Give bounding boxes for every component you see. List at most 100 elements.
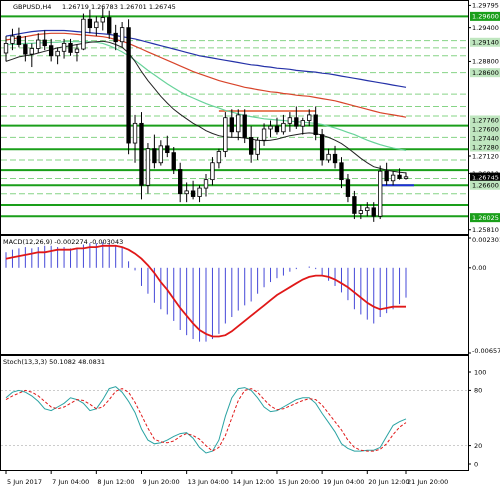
ohlc-header: 1.26719 1.26783 1.26701 1.26745 [62,3,176,11]
time-tick-label: 14 Jun 12:00 [233,478,274,486]
candle-body [223,117,228,152]
candle-body [3,43,9,54]
candle-body [210,162,215,181]
candle-body [332,153,338,164]
candle-body [281,122,286,133]
candle-body [274,125,280,133]
candle-body [352,196,357,214]
candle-body [268,125,273,130]
candle-body [61,43,67,52]
candle-body [87,18,93,29]
candle-body [165,145,170,154]
candle-body [397,174,402,179]
candle-body [294,117,299,127]
candle-body [126,27,131,144]
candle-body [300,120,305,127]
candle-body [48,45,54,57]
candle-body [42,39,47,47]
time-tick-label: 19 Jun 04:00 [323,478,364,486]
candle-body [100,17,105,23]
candle-body [365,207,370,212]
candle-body [313,114,318,136]
price-tag-label: 1.27440 [472,134,499,142]
chart-canvas: 0.002301 0.00 -0.006577 100 80 20 0 1.29600 1.… [0,0,500,486]
candle-body [68,43,73,53]
price-tag-label: 1.29600 [472,13,499,21]
price-tag-label: 1.27280 [472,143,499,151]
candle-body [16,35,22,45]
stoch-tick-label: 20 [474,442,482,450]
candle-body [184,190,189,195]
candle-body [345,179,351,197]
candle-body [261,128,267,141]
candle-body [23,44,28,55]
time-axis: 5 Jun 2017 7 Jun 04:00 8 Jun 12:00 9 Jun 20… [5,470,448,486]
candle-body [81,18,86,50]
stoch-tick-label: 0 [474,460,478,468]
candle-body [190,190,196,197]
price-tag-label: 1.26025 [472,214,499,222]
candle-body [319,134,325,161]
candle-body [242,114,247,138]
candle-body [358,210,364,214]
candle-body [307,114,312,121]
candle-body [107,17,112,34]
macd-tick-label: 0.002301 [472,236,500,244]
time-tick-label: 20 Jun 12:00 [368,478,409,486]
candle-body [248,137,254,155]
candle-body [339,162,344,181]
candle-body [29,48,34,55]
candle-body [403,176,409,179]
candle-body [203,179,209,189]
candle-body [36,39,41,49]
candle-body [384,170,389,182]
stoch-tick-label: 80 [474,387,482,395]
candle-body [119,27,125,43]
candle-body [216,151,222,164]
chart-root: 0.002301 0.00 -0.006577 100 80 20 0 1.29600 1.… [0,0,500,490]
candle-body [74,48,80,53]
price-tick-label: 1.27120 [472,152,499,160]
macd-title: MACD(12,26,9) -0.002274 -0.003043 [3,238,123,246]
stoch-title: Stoch(13,3,3) 50.1082 48.0831 [3,358,105,366]
candle-body [113,32,118,43]
candle-body [55,50,60,57]
price-tag-label: 1.26600 [472,182,499,190]
price-axis: 1.29600 1.29140 1.28600 1.277601.276001.274… [468,2,500,234]
candle-body [158,145,164,164]
price-tick-label: 1.25810 [472,226,499,234]
price-tag-label: 1.27600 [472,125,499,133]
price-tick-label: 1.26810 [472,170,499,178]
time-tick-label: 5 Jun 2017 [7,478,42,486]
stoch-tick-label: 100 [474,368,486,376]
price-tick-label: 1.29400 [472,24,499,32]
candle-body [255,139,260,155]
symbol-title: GBPUSD,H4 [13,3,51,11]
candle-body [287,117,293,124]
candle-body [229,117,234,133]
candle-body [378,170,383,217]
time-tick-label: 21 Jun 20:00 [407,478,448,486]
candle-body [390,174,396,182]
candle-body [139,122,144,186]
stoch-panel-frame [0,355,469,471]
candle-body [197,187,202,197]
candle-body [178,169,183,195]
time-tick-label: 15 Jun 20:00 [278,478,319,486]
price-tick-label: 1.28800 [472,58,499,66]
candle-body [371,207,376,217]
time-tick-label: 8 Jun 12:00 [97,478,134,486]
candle-body [132,122,138,144]
candle-body [94,21,99,29]
candle-body [326,153,331,161]
macd-tick-label: 0.00 [472,264,486,272]
price-tick-label: 1.29795 [472,2,499,10]
candle-body [152,148,157,164]
time-tick-label: 13 Jun 04:00 [188,478,229,486]
time-tick-label: 9 Jun 20:00 [142,478,179,486]
price-tag-label: 1.28600 [472,69,499,77]
price-tag-label: 1.27760 [472,116,499,124]
candle-body [10,35,15,44]
candle-body [236,114,241,133]
macd-tick-label: -0.006577 [472,347,500,355]
